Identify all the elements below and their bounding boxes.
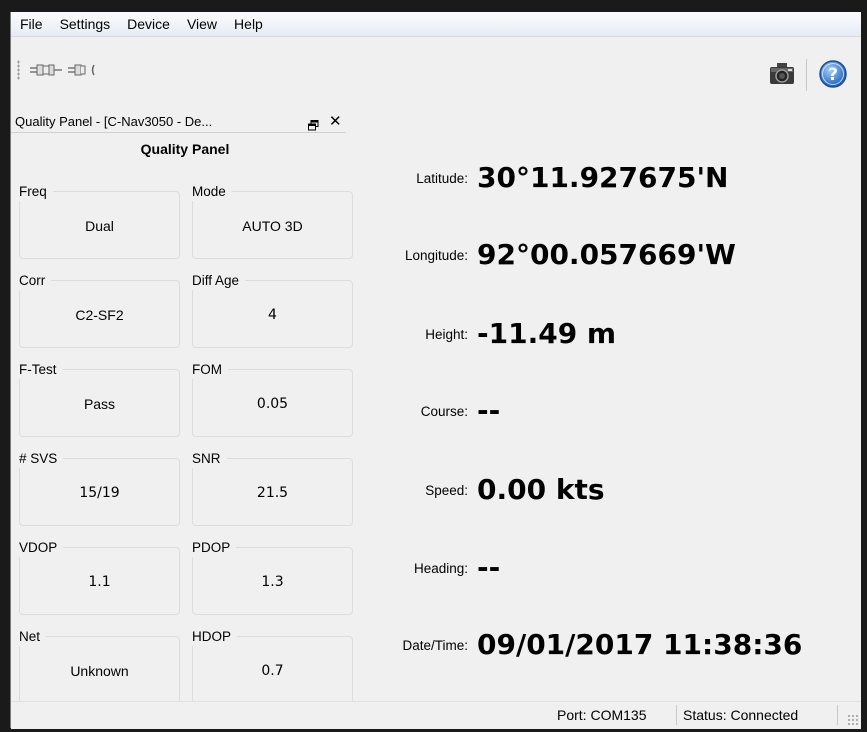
status-divider [837,705,838,725]
readout-heading: Heading: -- [351,548,861,588]
svg-text:?: ? [828,65,838,85]
group-label: SNR [192,450,227,468]
toolbar-separator [806,59,807,91]
group-net: Net Unknown [19,628,180,704]
readout-value: -- [477,394,501,427]
group-diff-age: Diff Age 4 [192,272,353,348]
menu-settings[interactable]: Settings [51,12,119,36]
menu-bar: File Settings Device View Help [11,12,861,37]
connect-button[interactable] [29,59,63,81]
group-label: Freq [19,183,53,201]
plug-disconnected-icon [68,64,95,76]
dock-title: Quality Panel - [C-Nav3050 - De... [15,114,213,129]
readout-speed: Speed: 0.00 kts [351,470,861,510]
help-button[interactable]: ? [815,57,851,91]
group-mode: Mode AUTO 3D [192,183,353,259]
group-label: VDOP [19,539,64,557]
group-label: PDOP [192,539,237,557]
status-connection: Status: Connected [683,707,799,723]
toolbar-grip[interactable] [17,60,20,80]
readout-label: Course: [420,404,468,419]
group-value: 0.7 [261,663,284,679]
readout-label: Heading: [413,561,468,576]
readout-value: -11.49 m [477,317,617,350]
resize-grip[interactable] [847,714,859,726]
dock-title-bar[interactable]: Quality Panel - [C-Nav3050 - De... ✕ [11,111,346,133]
group-pdop: PDOP 1.3 [192,539,353,615]
group-value: 1.1 [88,574,111,590]
readout-label: Height: [425,327,468,342]
group-value: Pass [83,396,116,412]
group-value: 21.5 [256,485,289,501]
group-value: C2-SF2 [75,307,124,323]
group-value: AUTO 3D [242,218,303,234]
group-label: HDOP [192,628,238,646]
toolbar: ? [11,37,861,111]
readout-latitude: Latitude: 30°11.927675'N [351,158,861,198]
group-value: 1.3 [261,574,284,590]
group-freq: Freq Dual [19,183,180,259]
readout-course: Course: -- [351,391,861,431]
group-value: 0.05 [256,396,289,412]
group-corr: Corr C2-SF2 [19,272,180,348]
main-window: File Settings Device View Help ? Quality… [10,12,861,729]
readout-longitude: Longitude: 92°00.057669'W [351,235,861,275]
menu-device[interactable]: Device [118,12,178,36]
group-value: 4 [268,307,277,323]
group-label: Diff Age [192,272,246,290]
group-f-test: F-Test Pass [19,361,180,437]
close-icon: ✕ [329,113,342,130]
group-label: Mode [192,183,232,201]
restore-window-icon [308,120,319,131]
disconnect-button[interactable] [67,59,101,81]
plug-connected-icon [30,64,62,76]
group-label: Corr [19,272,52,290]
readout-value: 0.00 kts [477,473,605,506]
readout-label: Speed: [425,483,468,498]
panel-header: Quality Panel [140,141,230,157]
group-label: F-Test [19,361,63,379]
readout-label: Latitude: [416,171,468,186]
readout-value: -- [477,551,501,584]
camera-icon [770,63,794,84]
quality-panel: Quality Panel Freq Dual Mode AUTO 3D Cor… [11,134,353,704]
status-port: Port: COM135 [557,707,647,723]
close-button[interactable]: ✕ [329,111,342,133]
menu-help[interactable]: Help [225,12,271,36]
readout-label: Date/Time: [402,638,468,653]
readout-height: Height: -11.49 m [351,314,861,354]
group-hdop: HDOP 0.7 [192,628,353,704]
help-icon: ? [819,60,847,88]
group-svs: # SVS 15/19 [19,450,180,526]
status-bar: Port: COM135 Status: Connected [11,701,861,729]
group-value: Dual [85,218,114,234]
group-label: Net [19,628,47,646]
readout-label: Longitude: [404,248,468,263]
snapshot-button[interactable] [765,59,799,89]
position-readouts: Latitude: 30°11.927675'N Longitude: 92°0… [351,111,861,701]
readout-datetime: Date/Time: 09/01/2017 11:38:36 [351,625,861,665]
group-label: FOM [192,361,228,379]
group-snr: SNR 21.5 [192,450,353,526]
group-vdop: VDOP 1.1 [19,539,180,615]
group-value: Unknown [70,663,129,679]
group-label: # SVS [19,450,64,468]
readout-value: 09/01/2017 11:38:36 [477,628,803,661]
menu-file[interactable]: File [11,12,51,36]
group-fom: FOM 0.05 [192,361,353,437]
menu-view[interactable]: View [178,12,225,36]
group-value: 15/19 [79,485,120,501]
readout-value: 92°00.057669'W [477,238,736,271]
status-divider [676,705,677,725]
readout-value: 30°11.927675'N [477,161,729,194]
float-button[interactable] [308,116,319,131]
